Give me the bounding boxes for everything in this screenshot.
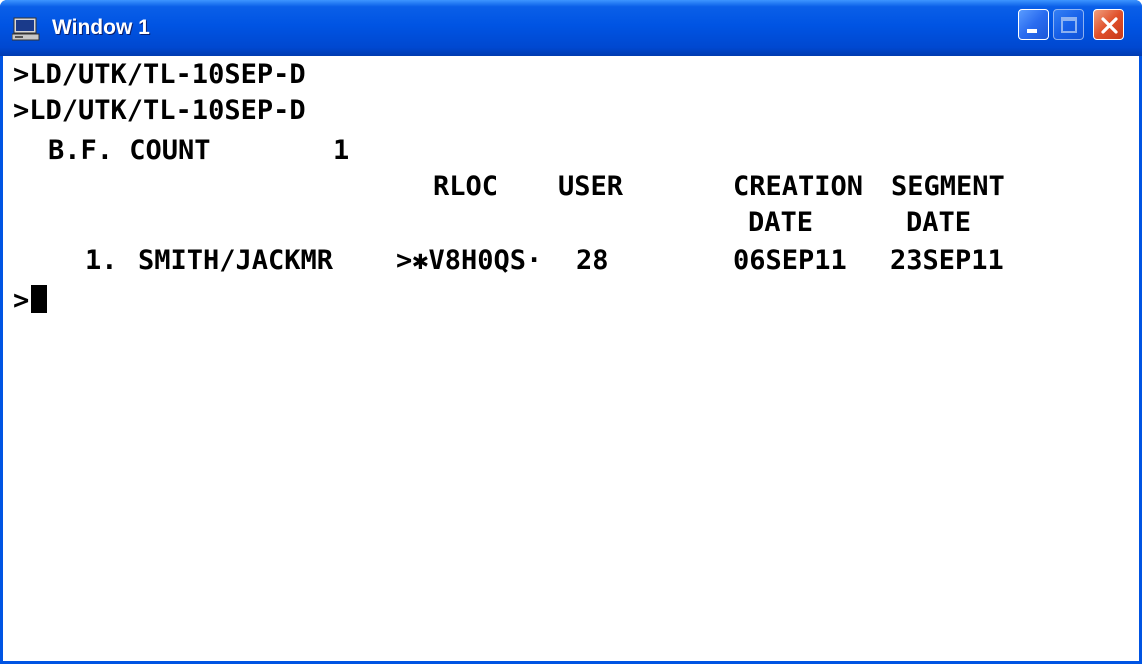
maximize-icon — [1061, 17, 1077, 33]
command-line-2: >LD/UTK/TL-10SEP-D — [13, 95, 306, 126]
text-cursor — [31, 285, 48, 313]
row-segment-date: 23SEP11 — [890, 245, 1004, 276]
prompt-symbol: > — [13, 285, 30, 316]
close-icon — [1101, 17, 1118, 34]
command-prompt[interactable]: > — [13, 284, 48, 318]
title-bar[interactable]: Window 1 — [0, 0, 1142, 56]
minimize-button[interactable] — [1018, 9, 1049, 40]
row-user: 28 — [576, 245, 609, 276]
bf-count-value: 1 — [333, 135, 350, 166]
row-creation-date: 06SEP11 — [733, 245, 847, 276]
computer-icon — [12, 17, 40, 41]
close-button[interactable] — [1093, 9, 1124, 40]
bf-count-label: B.F. COUNT — [48, 135, 211, 166]
maximize-button[interactable] — [1053, 9, 1084, 40]
header-rloc: RLOC — [433, 171, 499, 202]
header-segment-date: DATE — [906, 207, 972, 238]
header-user: USER — [558, 171, 624, 202]
minimize-icon — [1027, 29, 1037, 33]
terminal-window: Window 1 >LD/UTK/TL-10SEP-D >LD/UTK/TL-1… — [0, 0, 1142, 664]
row-rloc: >✱V8H0QS· — [396, 245, 543, 276]
window-title: Window 1 — [52, 16, 150, 39]
row-name: SMITH/JACKMR — [138, 245, 334, 276]
row-index: 1. — [85, 245, 118, 276]
header-creation-date: DATE — [748, 207, 814, 238]
command-line-1: >LD/UTK/TL-10SEP-D — [13, 59, 306, 90]
header-segment: SEGMENT — [891, 171, 1005, 202]
terminal-screen[interactable]: >LD/UTK/TL-10SEP-D >LD/UTK/TL-10SEP-D B.… — [3, 56, 1139, 661]
header-creation: CREATION — [733, 171, 864, 202]
